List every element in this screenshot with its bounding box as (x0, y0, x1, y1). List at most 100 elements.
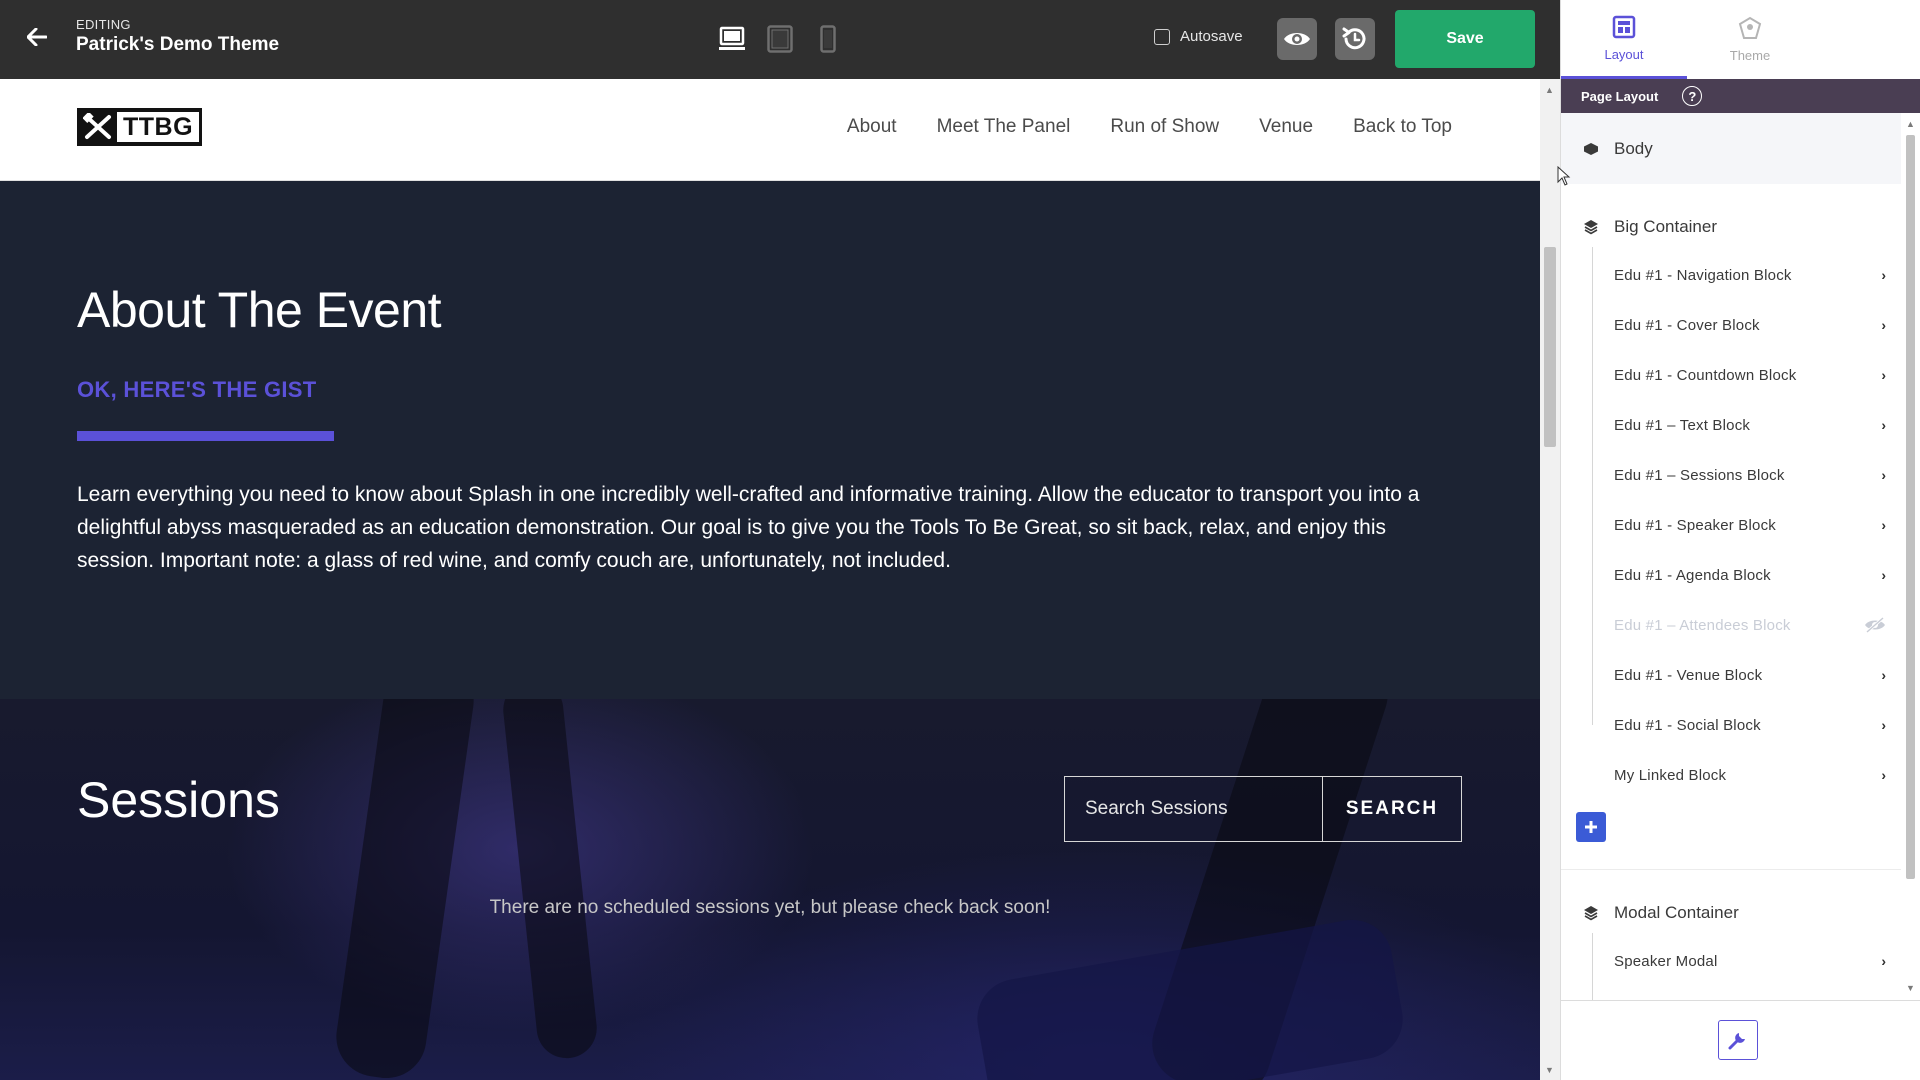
chevron-right-icon[interactable]: › (1881, 717, 1886, 733)
chevron-right-icon[interactable]: › (1881, 267, 1886, 283)
save-button[interactable]: Save (1395, 10, 1535, 68)
chevron-right-icon[interactable]: › (1881, 417, 1886, 433)
page-layout-header: Page Layout ? (1561, 79, 1920, 113)
scroll-down-arrow-icon[interactable]: ▼ (1906, 983, 1915, 993)
about-body: Learn everything you need to know about … (77, 483, 1420, 572)
chevron-right-icon[interactable]: › (1881, 767, 1886, 783)
chevron-right-icon[interactable]: › (1881, 467, 1886, 483)
theme-name: Patrick's Demo Theme (76, 34, 280, 55)
tree-body-label: Body (1614, 138, 1653, 158)
tree-item-countdown-block[interactable]: Edu #1 - Countdown Block › (1614, 355, 1892, 395)
site-logo[interactable]: TTBG (77, 108, 202, 146)
sessions-title: Sessions (77, 772, 280, 828)
eye-hidden-icon[interactable] (1864, 617, 1886, 633)
tab-layout-label: Layout (1604, 46, 1644, 62)
editor-toolbar: EDITING Patrick's Demo Theme Autosave Sa… (0, 0, 1560, 79)
tree-item-label: Edu #1 - Speaker Block (1614, 516, 1776, 534)
tree-item-my-linked-block[interactable]: My Linked Block › (1614, 755, 1892, 795)
site-menu-about[interactable]: About (847, 116, 897, 138)
tree-item-agenda-block[interactable]: Edu #1 - Agenda Block › (1614, 555, 1892, 595)
history-icon (1342, 27, 1366, 50)
autosave-toggle[interactable]: Autosave (1154, 28, 1243, 45)
tab-theme[interactable]: Theme (1687, 0, 1813, 79)
tree-item-navigation-block[interactable]: Edu #1 - Navigation Block › (1614, 255, 1892, 295)
tree-item-social-block[interactable]: Edu #1 - Social Block › (1614, 705, 1892, 745)
site-menu-back-to-top[interactable]: Back to Top (1353, 116, 1452, 138)
tree-body-row[interactable]: Body (1561, 113, 1901, 184)
sidebar-footer (1561, 1000, 1920, 1080)
autosave-checkbox[interactable] (1154, 28, 1170, 45)
canvas-scroll-thumb[interactable] (1544, 247, 1556, 447)
page-canvas: TTBG About Meet The Panel Run of Show Ve… (0, 79, 1540, 1080)
tablet-view-button[interactable] (766, 24, 794, 54)
canvas-scrollbar[interactable]: ▲ ▼ (1540, 79, 1560, 1080)
tree-item-sessions-block[interactable]: Edu #1 – Sessions Block › (1614, 455, 1892, 495)
scroll-up-arrow-icon[interactable]: ▲ (1545, 85, 1554, 95)
settings-wrench-button[interactable] (1718, 1020, 1758, 1060)
history-button[interactable] (1335, 18, 1375, 60)
site-menu: About Meet The Panel Run of Show Venue B… (847, 116, 1452, 138)
site-menu-venue[interactable]: Venue (1259, 116, 1313, 138)
preview-button[interactable] (1277, 18, 1317, 60)
page-layout-title: Page Layout (1581, 88, 1659, 104)
tree-item-label: My Linked Block (1614, 766, 1727, 784)
sidebar-scroll-thumb[interactable] (1906, 135, 1915, 879)
tree-item-text-block[interactable]: Edu #1 – Text Block › (1614, 405, 1892, 445)
tree-item-label: Edu #1 – Text Block (1614, 416, 1751, 434)
tree-item-venue-block[interactable]: Edu #1 - Venue Block › (1614, 655, 1892, 695)
chevron-right-icon[interactable]: › (1881, 567, 1886, 583)
tree-item-label: Edu #1 - Cover Block (1614, 316, 1760, 334)
scroll-down-arrow-icon[interactable]: ▼ (1545, 1065, 1554, 1075)
tree-item-attendees-block[interactable]: Edu #1 – Attendees Block (1614, 605, 1892, 645)
chevron-right-icon[interactable]: › (1881, 953, 1886, 969)
sessions-empty-message: There are no scheduled sessions yet, but… (489, 897, 1051, 918)
tree-big-container[interactable]: Big Container (1561, 207, 1901, 247)
site-menu-run-of-show[interactable]: Run of Show (1110, 116, 1219, 138)
tree-item-label: Speaker Modal (1614, 952, 1718, 970)
sidebar-scrollbar[interactable]: ▲ ▼ (1901, 113, 1920, 1000)
tree-item-label: Edu #1 - Countdown Block (1614, 366, 1797, 384)
help-icon[interactable]: ? (1682, 86, 1703, 106)
scroll-up-arrow-icon[interactable]: ▲ (1906, 119, 1915, 129)
tree-item-label: Edu #1 – Attendees Block (1614, 616, 1791, 634)
tree-item-label: Edu #1 - Agenda Block (1614, 566, 1771, 584)
tree-item-label: Edu #1 - Social Block (1614, 716, 1761, 734)
device-switcher (718, 24, 842, 54)
wrench-icon (1728, 1033, 1745, 1050)
layout-sidebar: Layout Theme Page Layout ? Body Big Cont… (1560, 0, 1920, 1080)
site-menu-meet-the-panel[interactable]: Meet The Panel (937, 116, 1071, 138)
tree-item-speaker-modal[interactable]: Speaker Modal › (1614, 941, 1892, 981)
arrow-left-icon (27, 28, 47, 46)
tree-item-label: Edu #1 - Navigation Block (1614, 266, 1792, 284)
theme-icon (1738, 16, 1762, 39)
desktop-view-button[interactable] (718, 24, 746, 54)
tree-connector (1592, 933, 1593, 1000)
tree-item-cover-block[interactable]: Edu #1 - Cover Block › (1614, 305, 1892, 345)
about-section: About The Event OK, HERE'S THE GIST Lear… (0, 181, 1540, 699)
accent-divider (77, 431, 334, 441)
eye-icon (1284, 33, 1310, 45)
mobile-icon (820, 25, 836, 53)
sidebar-tabs: Layout Theme (1561, 0, 1920, 79)
about-subtitle: OK, HERE'S THE GIST (77, 377, 317, 402)
chevron-right-icon[interactable]: › (1881, 367, 1886, 383)
tools-icon (83, 113, 111, 139)
search-sessions-input[interactable] (1065, 777, 1323, 841)
add-block-button[interactable] (1576, 812, 1606, 842)
tab-theme-label: Theme (1729, 48, 1771, 63)
tree-connector (1592, 247, 1593, 725)
mobile-view-button[interactable] (814, 24, 842, 54)
about-title: About The Event (77, 282, 442, 338)
chevron-right-icon[interactable]: › (1881, 667, 1886, 683)
site-navigation: TTBG About Meet The Panel Run of Show Ve… (0, 79, 1540, 181)
layout-icon (1612, 15, 1636, 38)
back-button[interactable] (20, 20, 54, 54)
search-button[interactable]: SEARCH (1323, 777, 1461, 841)
tree-modal-container[interactable]: Modal Container (1561, 893, 1901, 933)
sessions-section: Sessions SEARCH There are no scheduled s… (0, 699, 1540, 1080)
tree-item-speaker-block[interactable]: Edu #1 - Speaker Block › (1614, 505, 1892, 545)
chevron-right-icon[interactable]: › (1881, 517, 1886, 533)
tab-layout[interactable]: Layout (1561, 0, 1687, 79)
desktop-icon (719, 26, 745, 50)
chevron-right-icon[interactable]: › (1881, 317, 1886, 333)
